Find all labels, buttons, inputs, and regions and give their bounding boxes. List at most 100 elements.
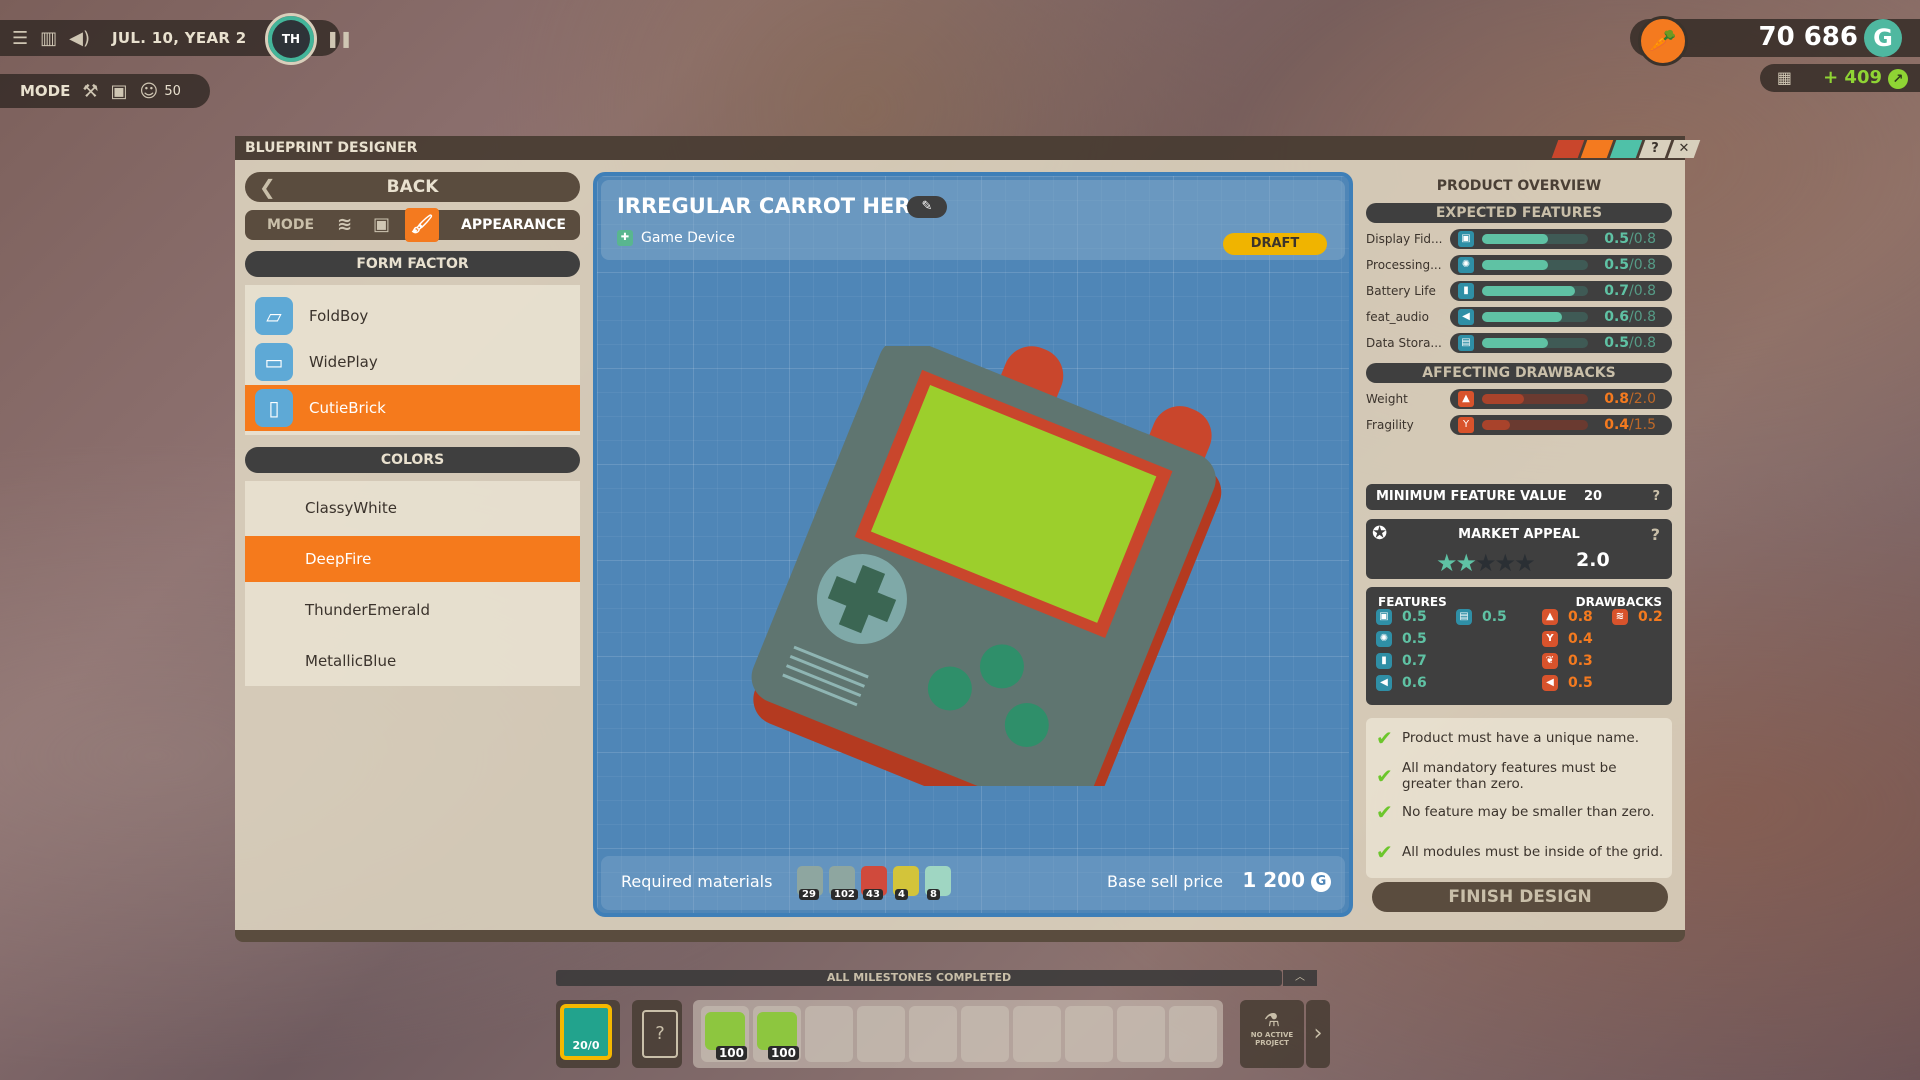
window-bottom-edge (235, 930, 1685, 942)
check-icon: ✔ (1376, 764, 1393, 788)
hamburger-menu-icon[interactable]: ☰ (12, 28, 28, 49)
check-icon: ✔ (1376, 840, 1393, 864)
form-factor-list: ▱ FoldBoy ▭ WidePlay ▯ CutieBrick (245, 285, 580, 435)
requirements-list: ✔ Product must have a unique name. ✔ All m… (1366, 718, 1672, 878)
feature-track (1482, 234, 1588, 244)
drawback-track (1482, 420, 1588, 430)
form-factor-header: FORM FACTOR (245, 251, 580, 277)
feature-bar: ✺ 0.5/0.8 (1450, 255, 1672, 275)
layers-icon[interactable]: ≋ (337, 210, 352, 240)
device-preview[interactable] (707, 346, 1227, 786)
inventory-slot-empty[interactable] (961, 1006, 1009, 1062)
no-active-project-button[interactable]: ⚗ NO ACTIVE PROJECT (1240, 1000, 1304, 1068)
requirement-text: No feature may be smaller than zero. (1402, 804, 1655, 820)
mode-active-label: APPEARANCE (461, 217, 566, 233)
chevron-up-icon[interactable]: ︿ (1283, 970, 1317, 986)
form-factor-wideplay[interactable]: ▭ WidePlay (245, 339, 580, 385)
material-count: 43 (863, 889, 883, 900)
material-glass[interactable]: 8 (925, 866, 951, 900)
pause-button[interactable]: ❚❚ (326, 29, 353, 48)
currency-icon: G (1864, 19, 1902, 57)
unknown-blueprint-slot[interactable]: ? (632, 1000, 682, 1068)
inventory-slot-empty[interactable] (857, 1006, 905, 1062)
drawback-name: Weight (1366, 392, 1408, 406)
material-chemical[interactable]: 4 (893, 866, 919, 900)
material-chip[interactable]: 102 (829, 866, 858, 900)
expected-feature-row: feat_audio ◀ 0.6/0.8 (1366, 307, 1672, 329)
feature-fill (1482, 234, 1549, 244)
next-arrow-button[interactable]: › (1306, 1000, 1330, 1068)
book-icon[interactable]: ▥ (40, 28, 57, 49)
calculator-icon[interactable]: ▦ (1777, 68, 1792, 87)
colors-list: ClassyWhite DeepFire ThunderEmerald Meta… (245, 481, 580, 686)
drawback-summary-item: ▲ 0.8 (1542, 609, 1593, 625)
star-icon: ★ (1455, 549, 1477, 577)
money-amount: 70 686 (1758, 22, 1858, 52)
inventory-count: 100 (715, 1046, 747, 1060)
help-icon[interactable]: ? (1652, 484, 1660, 510)
close-button[interactable]: ✕ (1667, 140, 1701, 158)
inventory-slot-empty[interactable] (909, 1006, 957, 1062)
drawback-summary-value: 0.5 (1568, 675, 1593, 691)
drawback-fill (1482, 394, 1525, 404)
product-slot[interactable]: 20/0 (556, 1000, 620, 1068)
back-button[interactable]: ❮ BACK (245, 172, 580, 202)
blueprint-canvas[interactable]: IRREGULAR CARROT HERO ✎ ✚ Game Device DR… (593, 172, 1353, 917)
color-tab-teal[interactable] (1609, 140, 1643, 158)
feature-value: 0.5/0.8 (1604, 335, 1656, 351)
time-speed-clock[interactable]: TH (265, 13, 317, 65)
feature-summary-item: ◀ 0.6 (1376, 675, 1427, 691)
milestone-bar[interactable]: ALL MILESTONES COMPLETED (556, 970, 1282, 986)
form-factor-foldboy[interactable]: ▱ FoldBoy (245, 293, 580, 339)
feature-track (1482, 260, 1588, 270)
inventory-slot-empty[interactable] (1013, 1006, 1061, 1062)
feature-bar: ▮ 0.7/0.8 (1450, 281, 1672, 301)
color-classywhite[interactable]: ClassyWhite (245, 485, 580, 531)
feature-name: feat_audio (1366, 310, 1429, 324)
help-button[interactable]: ? (1638, 140, 1672, 158)
inventory-slot[interactable]: 100 (753, 1006, 801, 1062)
inventory-slot-empty[interactable] (1169, 1006, 1217, 1062)
status-badge: DRAFT (1223, 233, 1327, 255)
feature-bar: ▤ 0.5/0.8 (1450, 333, 1672, 353)
requirement-item: ✔ All modules must be inside of the grid. (1376, 840, 1664, 864)
brain-icon: ✺ (1376, 631, 1392, 647)
form-factor-label: FoldBoy (309, 307, 369, 325)
edit-name-button[interactable]: ✎ (907, 196, 947, 218)
inventory-slot[interactable]: 100 (701, 1006, 749, 1062)
drawbacks-label: DRAWBACKS (1575, 595, 1662, 609)
question-book-icon: ? (642, 1010, 678, 1058)
material-plastic[interactable]: 29 (797, 866, 823, 900)
box-icon[interactable]: ▣ (373, 210, 390, 240)
back-label: BACK (386, 177, 439, 197)
product-name: IRREGULAR CARROT HERO (617, 194, 929, 218)
hammer-icon[interactable]: ⚒ (82, 81, 98, 102)
feature-summary-item: ▮ 0.7 (1376, 653, 1427, 669)
color-metallicblue[interactable]: MetallicBlue (245, 638, 580, 684)
company-logo-carrot-icon[interactable]: 🥕 (1638, 16, 1688, 66)
material-red-block[interactable]: 43 (861, 866, 887, 900)
worker-icon[interactable]: ☺ (140, 81, 159, 102)
requirement-item: ✔ Product must have a unique name. (1376, 726, 1664, 750)
drawback-value: 0.4/1.5 (1604, 417, 1656, 433)
product-category: ✚ Game Device (617, 230, 735, 246)
color-thunderemerald[interactable]: ThunderEmerald (245, 587, 580, 633)
finish-design-button[interactable]: FINISH DESIGN (1372, 882, 1668, 912)
inventory-slot-empty[interactable] (1065, 1006, 1113, 1062)
inventory-slot-empty[interactable] (805, 1006, 853, 1062)
color-tab-red[interactable] (1551, 140, 1585, 158)
speaker-icon[interactable]: ◀) (69, 28, 90, 49)
foldboy-icon: ▱ (255, 297, 293, 335)
color-tab-orange[interactable] (1580, 140, 1614, 158)
feature-fill (1482, 260, 1549, 270)
help-icon[interactable]: ? (1651, 525, 1660, 544)
conveyor-icon[interactable]: ▣ (111, 81, 128, 102)
window-controls: ? ✕ (1551, 140, 1701, 158)
drawback-track (1482, 394, 1588, 404)
feature-value: 0.5/0.8 (1604, 231, 1656, 247)
paintbrush-icon[interactable]: 🖌 (405, 208, 439, 242)
inventory-slot-empty[interactable] (1117, 1006, 1165, 1062)
color-deepfire[interactable]: DeepFire (245, 536, 580, 582)
form-factor-cutiebrick[interactable]: ▯ CutieBrick (245, 385, 580, 431)
product-overview-title: PRODUCT OVERVIEW (1436, 178, 1602, 194)
